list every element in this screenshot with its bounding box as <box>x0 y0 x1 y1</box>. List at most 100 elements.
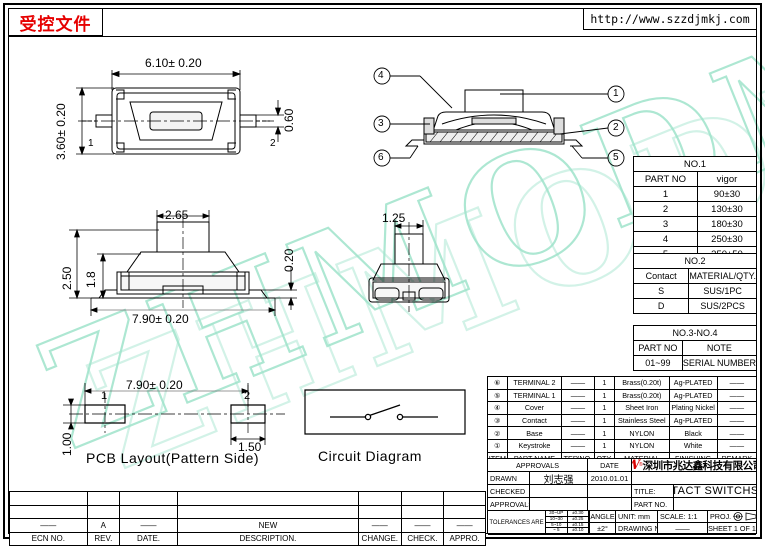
table-row: D SUS/2PCS <box>632 298 757 314</box>
revision-cell <box>357 504 402 519</box>
bom-cell: Contact <box>506 413 563 428</box>
bom-row: ② Base —— 1 NYLON Black —— <box>487 426 758 440</box>
bom-cell: —— <box>716 388 758 403</box>
revision-cell <box>9 491 88 506</box>
bom-row: ④ Cover —— 1 Sheet Iron Plating Nickel —— <box>487 401 758 415</box>
revision-cell <box>357 491 402 506</box>
revision-header-cell: REV. <box>86 531 121 546</box>
bom-cell: —— <box>561 376 595 390</box>
pcb-pad2-label: 2 <box>244 390 251 402</box>
revision-cell <box>9 504 88 519</box>
table-header-cell: NOTE <box>681 340 758 356</box>
table-no1-body: NO.1 PART NO vigor 1 90±30 2 130±30 3 180±30 4 250… <box>633 156 758 262</box>
header-divider <box>8 36 757 37</box>
table-title: NO.3-NO.4 <box>633 325 757 341</box>
bom-cell: Stainless Steel <box>614 413 670 428</box>
bill-of-materials-table: ⑥ TERMINAL 2 —— 1 Brass(0.20t) Ag-PLATED —— ⑤ TE… <box>487 376 758 466</box>
end-view-drawing <box>345 212 485 317</box>
bom-cell: ① <box>487 438 508 453</box>
table-row: 01~99 SERIAL NUMBER <box>633 355 758 371</box>
bom-cell: —— <box>561 401 595 415</box>
proj-label: PROJ. <box>708 511 756 523</box>
drawn-label: DRAWN <box>488 472 530 485</box>
table-row: 1 90±30 <box>633 186 758 202</box>
table-cell: S <box>632 283 690 299</box>
revision-header-row: ECN NO. REV. DATE. DESCRIPTION. CHANGE. CHECK… <box>9 531 486 546</box>
angle-label: ANGLE <box>590 511 616 523</box>
table-row: 4 250±30 <box>633 231 758 247</box>
dim-lead-thickness: 0.20 <box>282 248 296 272</box>
bom-cell: 1 <box>593 388 616 403</box>
scale-label: SCALE: 1:1 <box>658 511 708 523</box>
callout-5: 5 <box>613 152 619 163</box>
bom-row: ③ Contact —— 1 Stainless Steel Ag-PLATED —— <box>487 413 758 428</box>
pcb-layout-caption: PCB Layout(Pattern Side) <box>86 450 260 466</box>
bom-cell: ⑤ <box>487 388 508 403</box>
revision-cell <box>86 504 121 519</box>
revision-cell <box>176 491 359 506</box>
dim-terminal-thickness: 0.60 <box>282 108 296 132</box>
table-row: S SUS/1PC <box>632 283 757 299</box>
bom-cell: 1 <box>593 401 616 415</box>
revision-header-cell: DESCRIPTION. <box>176 531 359 546</box>
callout-2: 2 <box>613 122 619 133</box>
drawn-date-value: 2010.01.01 <box>588 472 632 485</box>
table-header-cell: PART NO <box>633 171 698 187</box>
table-cell: 1 <box>633 186 698 202</box>
bom-row: ⑤ TERMINAL 1 —— 1 Brass(0.20t) Ag-PLATED —— <box>487 388 758 403</box>
bom-cell: 1 <box>593 438 616 453</box>
table-no34-body: NO.3-NO.4 PART NO NOTE 01~99 SERIAL NUMBER <box>633 325 758 371</box>
table-cell: SUS/1PC <box>688 283 757 299</box>
table-cell: 90±30 <box>696 186 758 202</box>
revision-header-cell: DATE. <box>119 531 178 546</box>
revision-cell: A <box>86 518 121 533</box>
bom-cell: Brass(0.20t) <box>614 388 670 403</box>
bom-body: ⑥ TERMINAL 2 —— 1 Brass(0.20t) Ag-PLATED —— ⑤ TE… <box>487 376 758 466</box>
circuit-diagram-caption: Circuit Diagram <box>318 448 422 464</box>
bom-cell: Ag-PLATED <box>668 376 718 390</box>
bom-cell: ② <box>487 426 508 440</box>
table-header-cell: MATERIAL/QTY. <box>688 268 757 284</box>
part-no-label: PART NO. <box>632 498 674 511</box>
top-view-pin2: 2 <box>270 138 276 149</box>
callout-3: 3 <box>378 118 384 129</box>
dim-pcb-span: 7.90± 0.20 <box>126 378 183 392</box>
bom-cell: Base <box>506 426 563 440</box>
unit-label: UNIT: mm <box>616 511 658 523</box>
bom-cell: —— <box>561 438 595 453</box>
callout-1: 1 <box>613 88 619 99</box>
projection-symbol-icon <box>733 512 756 521</box>
drawing-sheet: ZHMODMXIN ZHMODMXIN 受控文件 http://www.szzd… <box>0 0 765 546</box>
bom-cell: —— <box>716 426 758 440</box>
bom-cell: ④ <box>487 401 508 415</box>
revision-cell <box>443 504 486 519</box>
revision-cell <box>400 491 445 506</box>
bom-cell: Ag-PLATED <box>668 388 718 403</box>
table-no2: NO.2 Contact MATERIAL/QTY. S SUS/1PC D SUS/2PC… <box>632 253 757 314</box>
dim-top-width: 6.10± 0.20 <box>145 56 202 70</box>
revision-row <box>9 504 486 519</box>
sheet-label: SHEET 1 OF 1 <box>708 524 756 535</box>
title-label: TITLE: <box>632 485 674 498</box>
table-cell: 180±30 <box>696 216 758 232</box>
revision-cell: —— <box>119 518 178 533</box>
revision-cell <box>176 504 359 519</box>
proj-text: PROJ. <box>710 512 732 521</box>
table-cell: 250±30 <box>696 231 758 247</box>
bom-cell: —— <box>716 438 758 453</box>
drawn-by-value: 刘志强 <box>530 472 588 485</box>
revision-header-cell: APPRO. <box>443 531 486 546</box>
bom-row: ① Keystroke —— 1 NYLON White —— <box>487 438 758 453</box>
bom-cell: ③ <box>487 413 508 428</box>
revision-body: —— A —— NEW —— —— —— ECN NO. REV. DATE. DESCRIPTIO… <box>9 491 486 546</box>
checked-value <box>530 485 588 498</box>
company-logo: W <box>632 459 640 471</box>
table-cell: 3 <box>633 216 698 232</box>
table-header-row: PART NO vigor <box>633 171 758 187</box>
section-view-drawing <box>360 62 620 172</box>
title-value: TACT SWITCHS <box>674 485 756 498</box>
bom-cell: Cover <box>506 401 563 415</box>
part-no-value <box>674 498 756 511</box>
controlled-document-stamp: 受控文件 <box>8 8 103 36</box>
revision-cell <box>443 491 486 506</box>
